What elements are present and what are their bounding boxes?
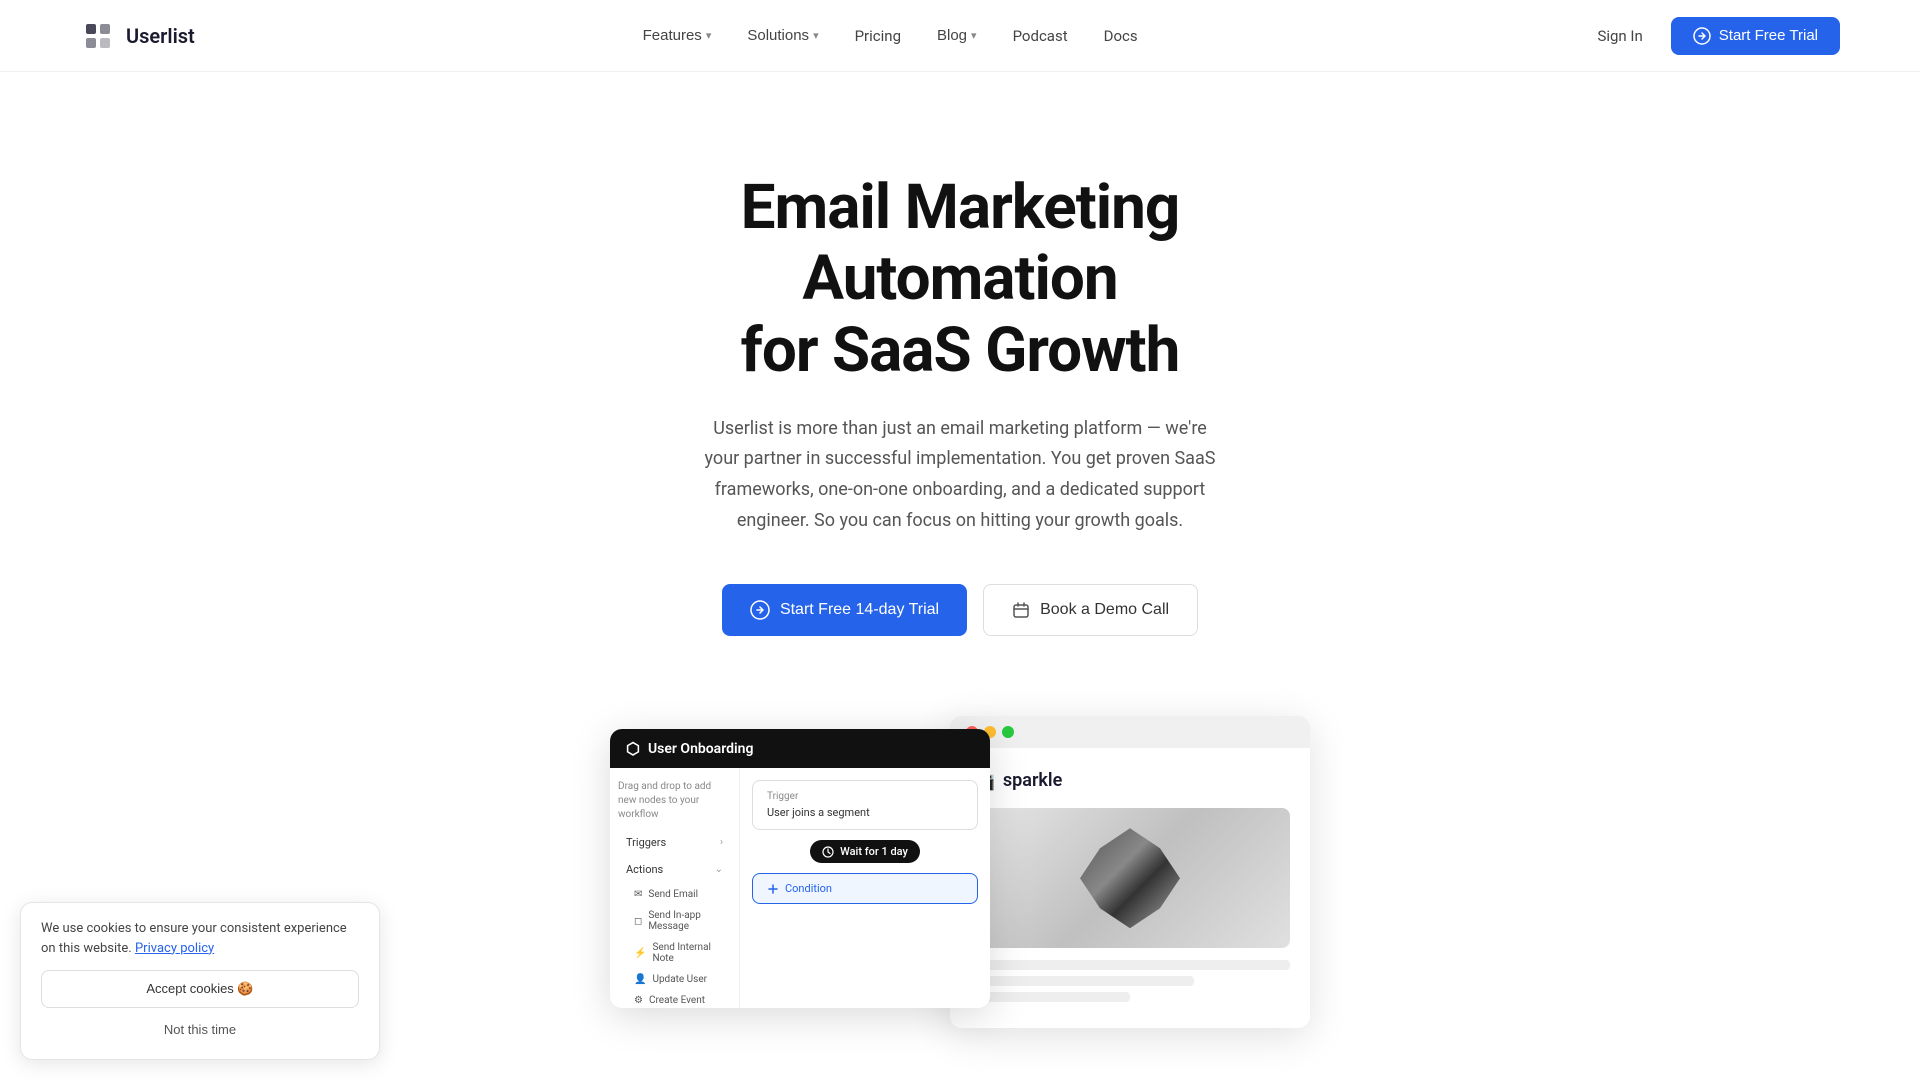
geometric-decoration: [1080, 828, 1180, 928]
email-body: 📷 sparkle: [950, 748, 1310, 1028]
start-trial-button[interactable]: Start Free 14-day Trial: [722, 584, 967, 636]
event-icon: ⚙: [634, 995, 643, 1006]
cookie-banner: We use cookies to ensure your consistent…: [20, 902, 380, 1060]
accept-cookies-button[interactable]: Accept cookies 🍪: [41, 970, 359, 1008]
navigation: Userlist Features ▾ Solutions ▾ Pricing …: [0, 0, 1920, 72]
sidebar-triggers[interactable]: Triggers ›: [618, 830, 731, 855]
sidebar-update-user[interactable]: 👤 Update User: [618, 969, 731, 990]
window-titlebar: [950, 716, 1310, 748]
chevron-down-icon: ▾: [813, 29, 819, 42]
cookie-text: We use cookies to ensure your consistent…: [41, 919, 359, 958]
condition-icon: [767, 883, 779, 895]
nav-actions: Sign In Start Free Trial: [1585, 17, 1840, 55]
maximize-button-dot: [1002, 726, 1014, 738]
nav-pricing[interactable]: Pricing: [841, 19, 915, 53]
expand-icon: ⌄: [715, 864, 723, 875]
circle-arrow-icon: [1693, 27, 1711, 45]
nav-solutions[interactable]: Solutions ▾: [733, 19, 832, 52]
sidebar-send-email[interactable]: ✉ Send Email: [618, 884, 731, 905]
message-icon: ◻: [634, 916, 642, 927]
hero-buttons: Start Free 14-day Trial Book a Demo Call: [722, 584, 1198, 636]
email-text-line: [970, 960, 1290, 970]
workflow-main-canvas: Trigger User joins a segment Wait for 1 …: [740, 768, 990, 1008]
hero-section: Email Marketing Automation for SaaS Grow…: [0, 72, 1920, 716]
logo-link[interactable]: Userlist: [80, 18, 195, 54]
note-icon: ⚡: [634, 948, 646, 959]
chevron-down-icon: ▾: [706, 29, 712, 42]
sidebar-actions[interactable]: Actions ⌄: [618, 857, 731, 882]
cookie-buttons: Accept cookies 🍪 Not this time: [41, 970, 359, 1043]
nav-blog[interactable]: Blog ▾: [923, 19, 991, 52]
app-branding: 📷 sparkle: [970, 768, 1290, 792]
workflow-logo-icon: ⬡: [626, 739, 640, 758]
email-text-line: [970, 976, 1194, 986]
workflow-screenshot: ⬡ User Onboarding Drag and drop to add n…: [610, 729, 990, 1008]
email-icon: ✉: [634, 889, 642, 900]
circle-arrow-icon: [750, 600, 770, 620]
signin-link[interactable]: Sign In: [1585, 19, 1654, 53]
brand-name: Userlist: [126, 24, 195, 48]
email-preview-screenshot: 📷 sparkle: [950, 716, 1310, 1028]
email-hero-image: [970, 808, 1290, 948]
calendar-icon: [1012, 601, 1030, 619]
trigger-box: Trigger User joins a segment: [752, 780, 978, 830]
sidebar-inapp-message[interactable]: ◻ Send In-app Message: [618, 905, 731, 937]
clock-icon: [822, 846, 834, 858]
start-free-trial-button[interactable]: Start Free Trial: [1671, 17, 1840, 55]
condition-box: Condition: [752, 873, 978, 904]
workflow-sidebar: Drag and drop to add new nodes to your w…: [610, 768, 740, 1008]
sidebar-internal-note[interactable]: ⚡ Send Internal Note: [618, 937, 731, 969]
hero-heading: Email Marketing Automation for SaaS Grow…: [610, 172, 1310, 386]
user-icon: 👤: [634, 974, 646, 985]
privacy-policy-link[interactable]: Privacy policy: [135, 941, 214, 956]
logo-icon: [80, 18, 116, 54]
nav-features[interactable]: Features ▾: [629, 19, 726, 52]
decline-cookies-button[interactable]: Not this time: [41, 1016, 359, 1043]
wait-badge: Wait for 1 day: [810, 840, 920, 863]
nav-links: Features ▾ Solutions ▾ Pricing Blog ▾ Po…: [629, 19, 1152, 53]
book-demo-button[interactable]: Book a Demo Call: [983, 584, 1198, 636]
sidebar-create-event[interactable]: ⚙ Create Event: [618, 990, 731, 1008]
chevron-down-icon: ▾: [971, 29, 977, 42]
nav-podcast[interactable]: Podcast: [999, 19, 1082, 53]
workflow-header: ⬡ User Onboarding: [610, 729, 990, 768]
workflow-body: Drag and drop to add new nodes to your w…: [610, 768, 990, 1008]
expand-icon: ›: [720, 837, 723, 848]
hero-description: Userlist is more than just an email mark…: [700, 414, 1220, 536]
email-text-line: [970, 992, 1130, 1002]
nav-docs[interactable]: Docs: [1090, 19, 1152, 53]
